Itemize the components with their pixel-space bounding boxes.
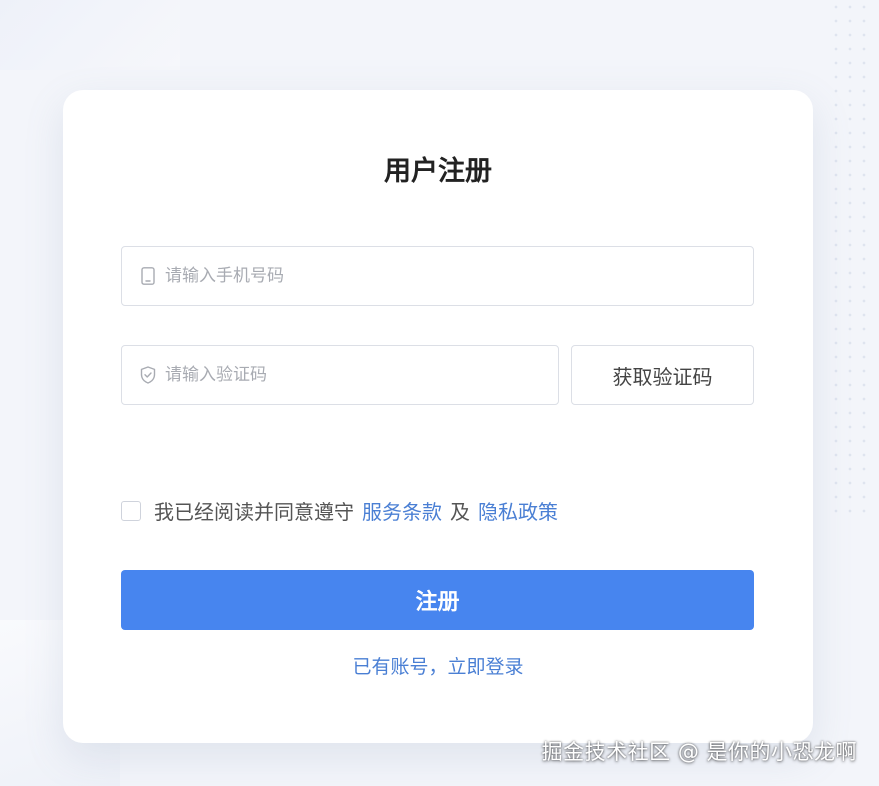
mobile-phone-icon (140, 267, 156, 285)
login-link[interactable]: 已有账号，立即登录 (352, 656, 523, 678)
agreement-row: 我已经阅读并同意遵守 服务条款 及 隐私政策 (121, 496, 558, 525)
terms-of-service-link[interactable]: 服务条款 (362, 496, 442, 525)
register-card: 用户注册 获取验证码 我已经阅读并同意遵守 服务条款 及 隐私政策 注册 已有账… (63, 90, 813, 743)
code-field[interactable] (121, 345, 559, 405)
phone-input[interactable] (165, 247, 753, 305)
agreement-text: 我已经阅读并同意遵守 (154, 500, 354, 524)
background-dot-pattern (829, 0, 869, 520)
login-link-row: 已有账号，立即登录 (63, 652, 813, 679)
agreement-and-text: 及 (450, 500, 470, 524)
watermark: 掘金技术社区 @ 是你的小恐龙啊 (541, 740, 857, 764)
page-title: 用户注册 (384, 156, 492, 187)
shield-check-icon (140, 366, 156, 384)
verification-code-input[interactable] (165, 346, 558, 404)
get-code-button[interactable]: 获取验证码 (571, 345, 754, 405)
agreement-checkbox[interactable] (121, 500, 141, 521)
register-button[interactable]: 注册 (121, 570, 754, 630)
background-shape (0, 0, 180, 70)
phone-field[interactable] (121, 246, 754, 306)
privacy-policy-link[interactable]: 隐私政策 (478, 496, 558, 525)
